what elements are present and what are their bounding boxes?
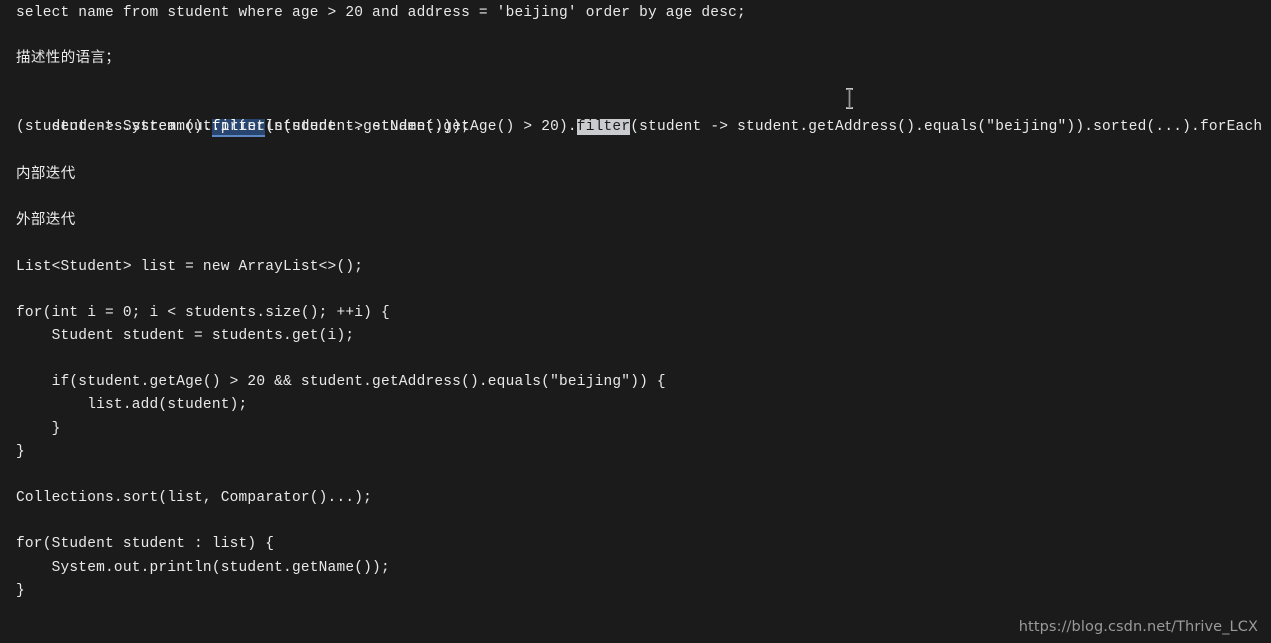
code-line-foreach-open[interactable]: for(Student student : list) { (16, 533, 274, 556)
occurrence-filter-token[interactable]: filter (576, 119, 631, 135)
code-line-sql-query[interactable]: select name from student where age > 20 … (16, 2, 746, 25)
code-editor-canvas[interactable]: select name from student where age > 20 … (0, 0, 1271, 643)
code-line-list-decl[interactable]: List<Student> list = new ArrayList<>(); (16, 256, 363, 279)
stream-suffix-text: (student -> student.getAddress().equals(… (630, 119, 1263, 135)
code-line-get-student[interactable]: Student student = students.get(i); (16, 325, 354, 348)
code-line-foreach-close[interactable]: } (16, 580, 25, 603)
code-line-collections-sort[interactable]: Collections.sort(list, Comparator()...); (16, 487, 372, 510)
code-line-if-close[interactable]: } (16, 418, 61, 441)
code-line-note-external-iteration[interactable]: 外部迭代 (16, 209, 76, 232)
code-line-note-descriptive[interactable]: 描述性的语言； (16, 47, 120, 70)
watermark-url: https://blog.csdn.net/Thrive_LCX (1018, 619, 1258, 635)
code-line-list-add[interactable]: list.add(student); (16, 394, 247, 417)
code-line-for-loop-open[interactable]: for(int i = 0; i < students.size(); ++i)… (16, 302, 390, 325)
code-line-if-open[interactable]: if(student.getAge() > 20 && student.getA… (16, 371, 666, 394)
code-line-println[interactable]: System.out.println(student.getName()); (16, 557, 390, 580)
code-line-note-internal-iteration[interactable]: 内部迭代 (16, 163, 76, 186)
code-line-for-close[interactable]: } (16, 441, 25, 464)
code-line-stream-expression-part2[interactable]: (student -> System.out.println(student.g… (16, 116, 470, 139)
